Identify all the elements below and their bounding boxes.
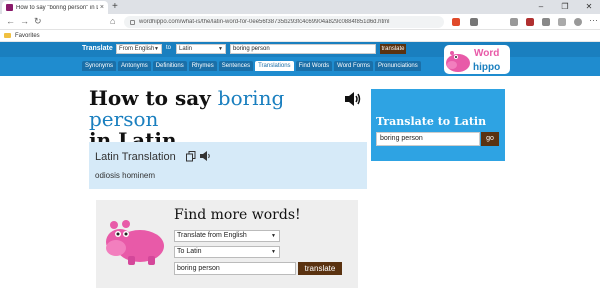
translation-word: odiosis hominem [95, 171, 156, 180]
logo-word-text: Word [474, 48, 499, 59]
from-language-value: From English [119, 46, 155, 52]
puzzle-icon[interactable] [558, 18, 566, 26]
extension-icon[interactable] [542, 18, 550, 26]
refresh-icon[interactable]: ↻ [34, 16, 42, 27]
brave-shield-icon[interactable] [452, 18, 460, 26]
tab-word-forms[interactable]: Word Forms [334, 61, 374, 71]
from-language-select[interactable]: From English ▼ [116, 44, 162, 54]
tab-synonyms[interactable]: Synonyms [82, 61, 117, 71]
extension-icon[interactable] [470, 18, 478, 26]
logo-hippo-text: hippo [473, 62, 500, 73]
tab-sentences[interactable]: Sentences [218, 61, 254, 71]
menu-icon[interactable]: ⋯ [589, 15, 598, 26]
translate-label: Translate [82, 45, 113, 52]
favorites-label[interactable]: Favorites [15, 33, 40, 39]
tab-rhymes[interactable]: Rhymes [188, 61, 217, 71]
tab-title: How to say "boring person" in Lat [16, 4, 98, 11]
find-to-select[interactable]: To Latin ▼ [174, 246, 280, 258]
nav-tabs: Synonyms Antonyms Definitions Rhymes Sen… [82, 61, 421, 71]
to-label: to [166, 45, 172, 51]
sidebar-title: Translate to Latin [376, 115, 487, 128]
address-bar-row: ← → ↻ ⌂ wordhippo.com/what-is/the/latin-… [0, 14, 600, 30]
browser-tab[interactable]: How to say "boring person" in Lat × [2, 1, 108, 14]
maximize-button[interactable]: ❐ [554, 0, 576, 14]
chevron-down-icon: ▼ [271, 233, 276, 239]
speaker-icon[interactable] [200, 151, 212, 161]
sidebar-input[interactable]: boring person [376, 132, 480, 146]
find-from-value: Translate from English [177, 232, 247, 239]
header-translate-button[interactable]: translate [380, 44, 406, 54]
tab-antonyms[interactable]: Antonyms [118, 61, 151, 71]
url-field[interactable]: wordhippo.com/what-is/the/latin-word-for… [124, 16, 444, 28]
translation-title: Latin Translation [95, 151, 176, 163]
close-window-button[interactable]: ✕ [578, 0, 600, 14]
copy-icon[interactable] [186, 151, 196, 162]
chevron-down-icon: ▼ [271, 249, 276, 255]
home-icon[interactable]: ⌂ [110, 16, 115, 26]
back-icon[interactable]: ← [6, 16, 15, 26]
chevron-down-icon: ▼ [154, 46, 159, 52]
find-to-value: To Latin [177, 248, 202, 255]
translation-box [89, 142, 367, 189]
extension-icon[interactable] [526, 18, 534, 26]
to-language-value: Latin [179, 46, 193, 52]
extension-icon[interactable] [510, 18, 518, 26]
find-more-input[interactable]: boring person [174, 262, 296, 275]
find-more-translate-button[interactable]: translate [298, 262, 342, 275]
folder-icon [4, 33, 11, 38]
minimize-button[interactable]: – [530, 0, 552, 14]
wordhippo-logo[interactable]: Word hippo [444, 43, 510, 75]
find-from-select[interactable]: Translate from English ▼ [174, 230, 280, 242]
find-more-title: Find more words! [174, 207, 301, 223]
new-tab-button[interactable]: + [112, 1, 118, 12]
favorites-bar: Favorites [0, 30, 600, 42]
profile-avatar[interactable] [574, 18, 582, 26]
tab-translations[interactable]: Translations [255, 61, 294, 71]
site-favicon-icon [6, 4, 13, 11]
tab-pronunciations[interactable]: Pronunciations [375, 61, 421, 71]
hippo-mascot-icon [106, 220, 164, 265]
tab-find-words[interactable]: Find Words [295, 61, 333, 71]
sidebar-go-button[interactable]: go [481, 132, 499, 146]
speaker-icon[interactable] [344, 92, 362, 106]
url-text: wordhippo.com/what-is/the/latin-word-for… [139, 19, 390, 25]
forward-icon[interactable]: → [20, 16, 29, 26]
to-language-select[interactable]: Latin ▼ [176, 44, 226, 54]
tab-definitions[interactable]: Definitions [152, 61, 187, 71]
chevron-down-icon: ▼ [218, 46, 223, 52]
lock-icon [130, 19, 135, 25]
browser-tabbar: How to say "boring person" in Lat × + – … [0, 0, 600, 14]
tab-close-icon[interactable]: × [100, 4, 104, 11]
header-search-input[interactable]: boring person [230, 44, 376, 54]
